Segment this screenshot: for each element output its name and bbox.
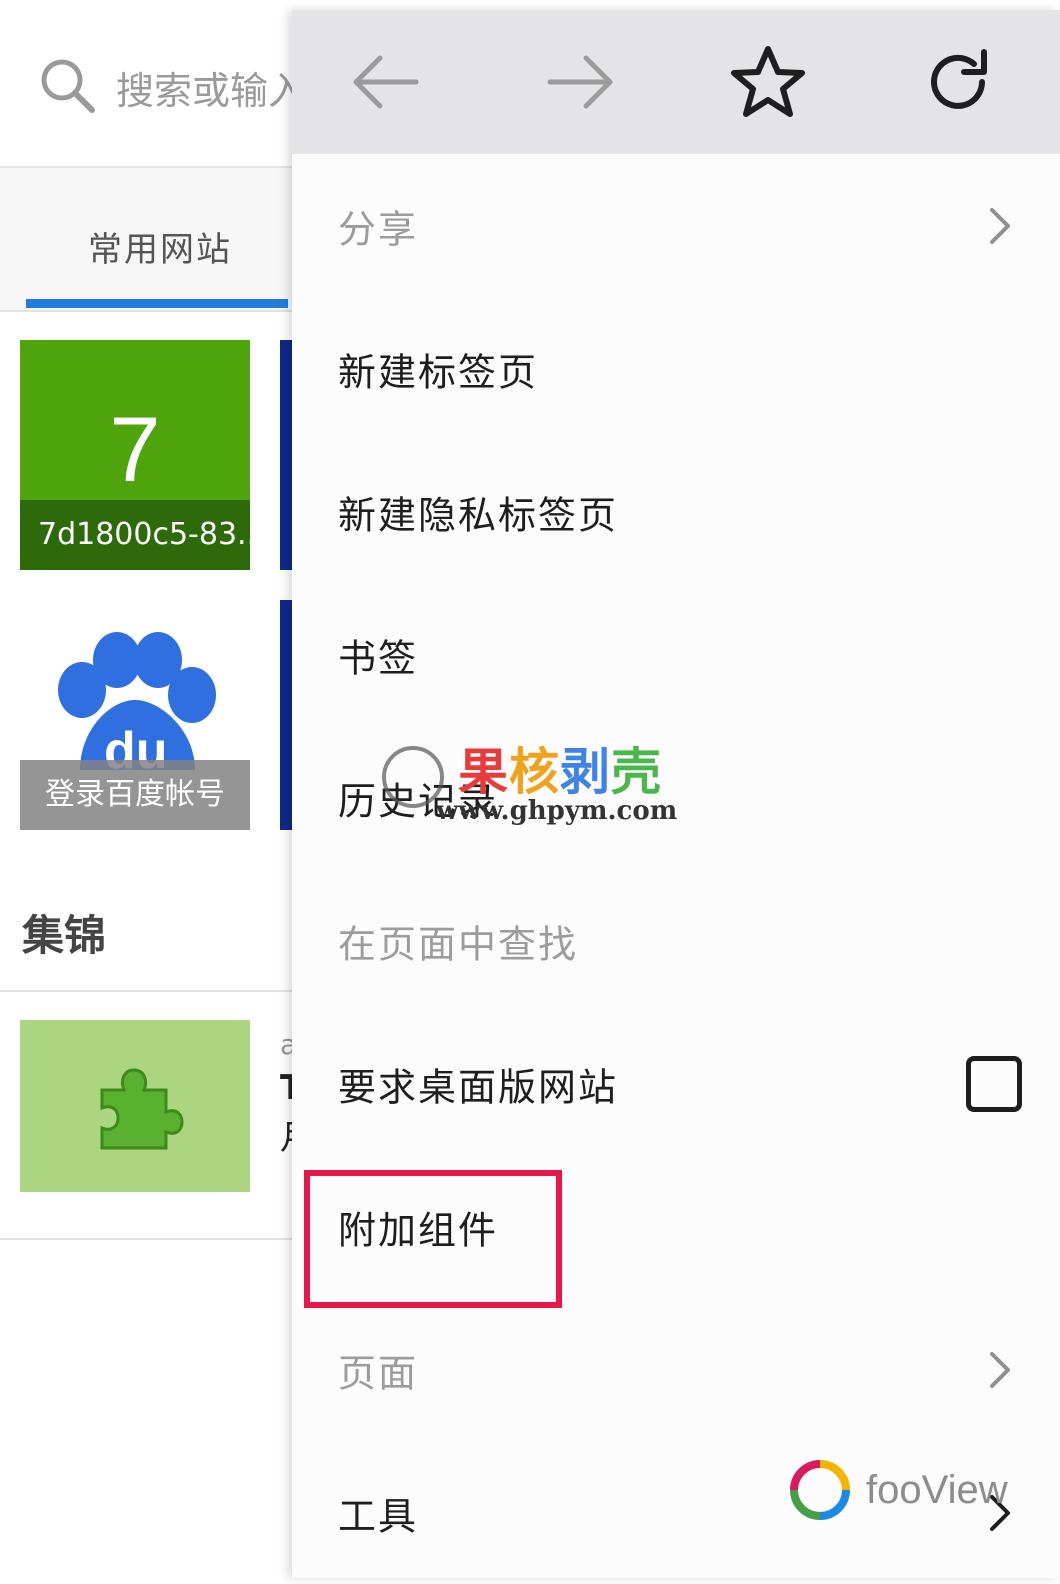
- tab-top-sites[interactable]: 常用网站: [88, 222, 232, 271]
- tab-active-indicator: [26, 299, 288, 308]
- highlight-annotation-box: [304, 1170, 562, 1308]
- bookmark-button[interactable]: [726, 40, 810, 124]
- menu-item-label: 历史记录: [338, 779, 499, 823]
- menu-item-label: 工具: [338, 1494, 419, 1538]
- menu-item-new-private-tab[interactable]: 新建隐私标签页: [292, 440, 1060, 583]
- top-site-tile[interactable]: 7 7d1800c5-83...: [20, 340, 250, 570]
- star-icon: [731, 46, 805, 117]
- desktop-site-checkbox[interactable]: [966, 1055, 1022, 1112]
- menu-item-bookmarks[interactable]: 书签: [292, 583, 1060, 726]
- baidu-paw-logo: du: [58, 632, 216, 770]
- menu-item-page[interactable]: 页面: [292, 1298, 1060, 1441]
- reload-icon: [931, 49, 987, 109]
- back-arrow-icon: [353, 55, 419, 109]
- back-button[interactable]: [344, 40, 428, 124]
- menu-item-label: 在页面中查找: [338, 922, 579, 966]
- divider: [0, 990, 300, 992]
- section-title-highlights: 集锦: [22, 911, 107, 960]
- chevron-right-icon: [990, 1494, 1010, 1531]
- menu-item-label: 书签: [338, 636, 419, 680]
- url-bar[interactable]: 搜索或输入: [0, 0, 306, 168]
- top-site-caption: 7d1800c5-83...: [20, 500, 250, 570]
- menu-item-find-in-page[interactable]: 在页面中查找: [292, 869, 1060, 1012]
- menu-item-label: 要求桌面版网站: [338, 1065, 619, 1109]
- overflow-menu: 分享 新建标签页 新建隐私标签页 书签 历史记录 在页面中查找 要求桌面版网站 …: [292, 10, 1060, 1578]
- chevron-right-icon: [990, 207, 1010, 244]
- divider: [0, 1238, 300, 1240]
- menu-item-share[interactable]: 分享: [292, 154, 1060, 297]
- home-tabs: 常用网站: [0, 168, 300, 312]
- menu-item-new-tab[interactable]: 新建标签页: [292, 297, 1060, 440]
- menu-item-request-desktop-site[interactable]: 要求桌面版网站: [292, 1012, 1060, 1155]
- menu-toolbar: [292, 10, 1060, 154]
- menu-item-history[interactable]: 历史记录: [292, 726, 1060, 869]
- menu-item-label: 页面: [338, 1351, 419, 1395]
- top-site-letter: 7: [109, 399, 161, 501]
- puzzle-piece-icon: [100, 1068, 184, 1150]
- forward-arrow-icon: [547, 55, 613, 109]
- top-site-caption: 登录百度帐号: [20, 760, 250, 830]
- top-site-tile-baidu[interactable]: du 登录百度帐号: [20, 600, 250, 830]
- reload-button[interactable]: [916, 40, 1000, 124]
- search-icon: [41, 59, 95, 113]
- menu-item-label: 新建隐私标签页: [338, 493, 619, 537]
- forward-button[interactable]: [538, 40, 622, 124]
- url-bar-placeholder: 搜索或输入: [116, 69, 307, 113]
- menu-item-tools[interactable]: 工具: [292, 1441, 1060, 1584]
- menu-item-label: 分享: [338, 207, 419, 251]
- menu-item-label: 新建标签页: [338, 350, 539, 394]
- chevron-right-icon: [990, 1351, 1010, 1388]
- highlight-thumbnail[interactable]: [20, 1020, 250, 1192]
